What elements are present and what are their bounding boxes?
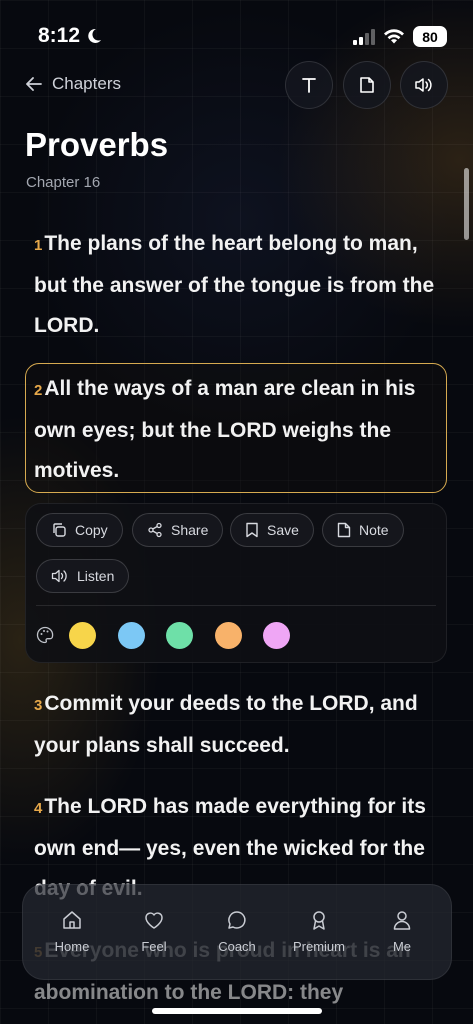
verse-1[interactable]: 1The plans of the heart belong to man, b… <box>34 224 444 346</box>
battery-indicator: 80 <box>413 26 447 47</box>
tab-feel-label: Feel <box>141 939 167 954</box>
tab-coach-label: Coach <box>218 939 256 954</box>
verse-actions-panel: Copy Share Save Note Listen <box>25 503 447 663</box>
verse-text: Commit your deeds to the LORD, and your … <box>34 692 418 757</box>
verse-2[interactable]: 2All the ways of a man are clean in his … <box>34 369 444 491</box>
tab-feel[interactable]: Feel <box>114 909 194 954</box>
tab-premium-label: Premium <box>292 939 345 954</box>
chapter-label: Chapter 16 <box>26 174 101 191</box>
scrollbar[interactable] <box>464 168 469 240</box>
text-size-button[interactable] <box>285 61 333 109</box>
wifi-icon <box>384 28 404 43</box>
share-icon <box>148 522 162 538</box>
verse-number: 4 <box>34 800 43 817</box>
verse-number: 2 <box>34 382 43 399</box>
speaker-icon <box>415 78 432 92</box>
status-time: 8:12 <box>38 24 102 48</box>
verse-3[interactable]: 3Commit your deeds to the LORD, and your… <box>34 684 444 766</box>
arrow-left-icon <box>26 77 42 91</box>
highlight-blue-swatch[interactable] <box>118 622 145 649</box>
status-bar: 8:12 80 <box>0 0 473 70</box>
share-label: Share <box>171 522 209 538</box>
highlight-orange-swatch[interactable] <box>215 622 242 649</box>
bottom-tab-bar: Home Feel Coach Premium Me <box>22 884 452 980</box>
audio-button[interactable] <box>400 61 448 109</box>
verse-text: All the ways of a man are clean in his o… <box>34 377 416 482</box>
tab-me-label: Me <box>392 939 412 954</box>
tab-home-label: Home <box>54 939 90 954</box>
panel-divider <box>36 605 436 606</box>
user-icon <box>393 911 411 930</box>
status-indicators: 80 <box>353 26 447 47</box>
chat-bubble-icon <box>228 911 246 929</box>
notes-button[interactable] <box>343 61 391 109</box>
note-button[interactable]: Note <box>322 513 404 547</box>
home-icon <box>63 911 81 929</box>
award-icon <box>313 911 325 930</box>
share-button[interactable]: Share <box>132 513 224 547</box>
copy-button[interactable]: Copy <box>36 513 123 547</box>
moon-icon <box>88 28 102 43</box>
note-icon <box>337 522 351 538</box>
home-indicator <box>152 1008 322 1014</box>
cellular-signal-icon <box>353 28 375 45</box>
heart-icon <box>145 912 163 929</box>
verse-number: 1 <box>34 237 43 254</box>
tab-me[interactable]: Me <box>362 909 442 954</box>
tab-coach[interactable]: Coach <box>197 909 277 954</box>
verse-number: 3 <box>34 697 43 714</box>
note-label: Note <box>359 522 389 538</box>
save-label: Save <box>267 522 299 538</box>
tab-home[interactable]: Home <box>32 909 112 954</box>
book-title: Proverbs <box>25 126 169 163</box>
copy-label: Copy <box>75 522 108 538</box>
listen-button[interactable]: Listen <box>36 559 130 593</box>
highlight-pink-swatch[interactable] <box>263 622 290 649</box>
highlight-green-swatch[interactable] <box>166 622 193 649</box>
palette-icon <box>36 626 54 644</box>
time-label: 8:12 <box>38 24 81 47</box>
copy-icon <box>53 523 66 537</box>
save-button[interactable]: Save <box>230 513 314 547</box>
text-icon <box>302 78 316 93</box>
bookmark-icon <box>246 522 258 538</box>
highlight-yellow-swatch[interactable] <box>69 622 96 649</box>
speaker-icon <box>51 569 67 583</box>
tab-premium[interactable]: Premium <box>279 909 359 954</box>
verse-text: The plans of the heart belong to man, bu… <box>34 232 435 337</box>
listen-label: Listen <box>77 568 115 584</box>
back-to-chapters-link[interactable]: Chapters <box>26 74 121 94</box>
document-icon <box>360 77 374 93</box>
back-label: Chapters <box>52 74 121 93</box>
